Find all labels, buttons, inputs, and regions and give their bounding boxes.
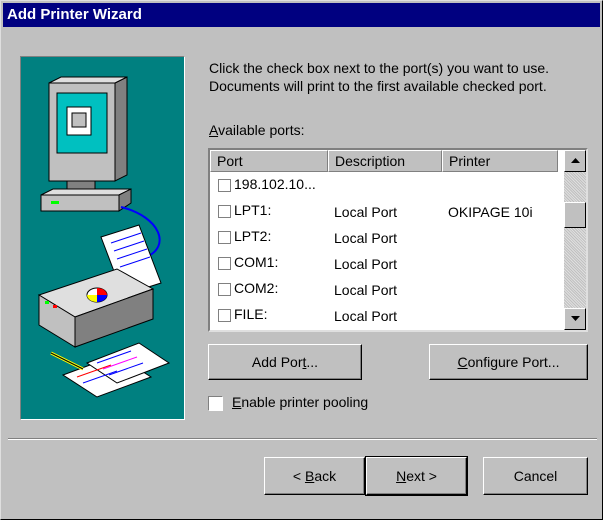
documents-icon <box>50 342 171 398</box>
port-name: LPT1: <box>234 202 272 218</box>
ports-listview[interactable]: Port Description Printer 198.102.10... L… <box>208 148 588 332</box>
available-ports-label: Available ports: <box>209 122 305 138</box>
column-header-printer[interactable]: Printer <box>442 150 558 172</box>
instructions-text: Click the check box next to the port(s) … <box>209 60 550 94</box>
add-port-button[interactable]: Add Port... <box>208 344 362 380</box>
port-name: COM2: <box>234 280 279 296</box>
cancel-button[interactable]: Cancel <box>483 457 588 495</box>
scroll-up-icon <box>571 158 580 163</box>
port-description: Local Port <box>334 282 398 298</box>
port-row[interactable]: LPT2: Local Port <box>210 224 558 250</box>
port-checkbox[interactable] <box>218 179 231 192</box>
column-header-port[interactable]: Port <box>210 150 328 172</box>
column-header-description[interactable]: Description <box>328 150 442 172</box>
scroll-up-button[interactable] <box>564 150 586 172</box>
ports-rows: 198.102.10... LPT1: Local Port OKIPAGE 1… <box>210 172 558 328</box>
next-button-default-frame: Next > <box>365 456 468 496</box>
port-row[interactable]: FILE: Local Port <box>210 302 558 328</box>
scroll-thumb[interactable] <box>564 202 586 228</box>
port-description: Local Port <box>334 204 398 220</box>
port-name: FILE: <box>234 306 268 322</box>
wizard-illustration <box>20 56 185 420</box>
add-printer-wizard-window: Add Printer Wizard Click the check box n… <box>0 0 603 520</box>
port-checkbox[interactable] <box>218 309 231 322</box>
ports-header: Port Description Printer <box>210 150 558 172</box>
port-name: 198.102.10... <box>234 176 316 192</box>
port-row[interactable]: 198.102.10... <box>210 172 558 198</box>
port-row[interactable]: COM1: Local Port <box>210 250 558 276</box>
port-description: Local Port <box>334 308 398 324</box>
scroll-down-icon <box>571 316 580 321</box>
enable-pooling-checkbox[interactable] <box>208 396 223 411</box>
title-bar: Add Printer Wizard <box>3 3 600 27</box>
port-description: Local Port <box>334 230 398 246</box>
separator <box>8 438 597 440</box>
port-row[interactable]: COM2: Local Port <box>210 276 558 302</box>
back-button[interactable]: < Back <box>264 457 365 495</box>
port-name: COM1: <box>234 254 279 270</box>
port-checkbox[interactable] <box>218 205 231 218</box>
next-button[interactable]: Next > <box>366 457 467 495</box>
port-checkbox[interactable] <box>218 257 231 270</box>
ports-vertical-scrollbar[interactable] <box>564 150 586 330</box>
scroll-down-button[interactable] <box>564 308 586 330</box>
configure-port-button[interactable]: Configure Port... <box>429 344 588 380</box>
printer-icon <box>37 224 162 348</box>
port-printer: OKIPAGE 10i <box>448 204 533 220</box>
port-checkbox[interactable] <box>218 283 231 296</box>
enable-pooling-label[interactable]: Enable printer pooling <box>232 394 368 410</box>
port-row[interactable]: LPT1: Local Port OKIPAGE 10i <box>210 198 558 224</box>
window-title: Add Printer Wizard <box>7 6 142 23</box>
port-checkbox[interactable] <box>218 231 231 244</box>
computer-icon <box>40 76 132 212</box>
port-description: Local Port <box>334 256 398 272</box>
port-name: LPT2: <box>234 228 272 244</box>
